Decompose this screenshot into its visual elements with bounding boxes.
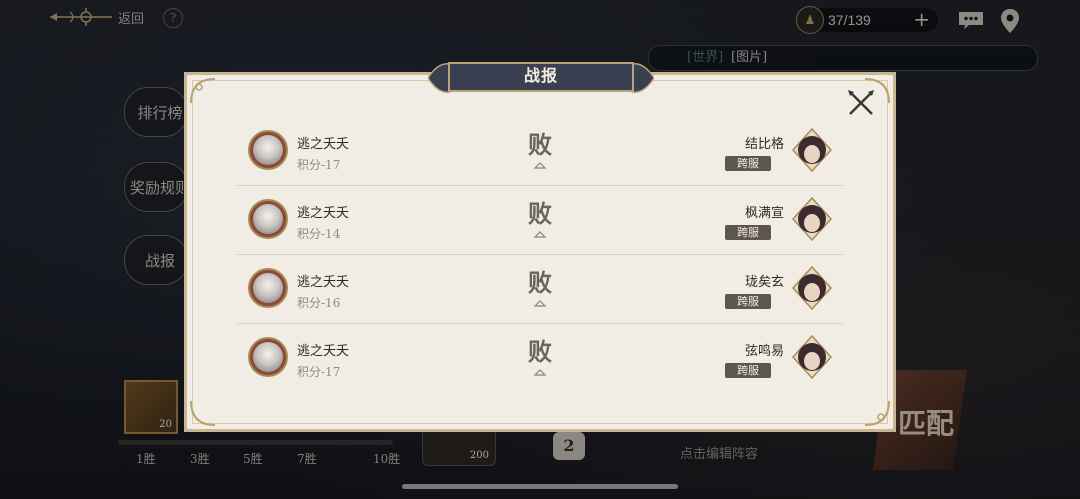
score-change: 积分-16 <box>297 296 341 310</box>
player-name: 逃之夭夭 <box>297 275 350 290</box>
status-badge: 跨服 <box>725 294 771 309</box>
player-name: 逃之夭夭 <box>297 344 350 359</box>
list-item[interactable]: 逃之夭夭 积分-16 败 珑矣玄 跨服 <box>237 255 843 324</box>
avatar <box>248 130 288 170</box>
score-change: 积分-17 <box>297 158 341 172</box>
battle-result: 败 <box>528 130 552 159</box>
status-badge: 跨服 <box>725 156 771 171</box>
opponent-name: 结比格 <box>744 137 784 152</box>
expand-chevron-icon[interactable] <box>534 161 546 169</box>
expand-chevron-icon[interactable] <box>534 230 546 238</box>
score-change: 积分-14 <box>297 227 341 241</box>
score-change: 积分-17 <box>297 365 341 379</box>
battle-result: 败 <box>528 337 552 366</box>
opponent-name: 珑矣玄 <box>744 275 784 290</box>
status-badge: 跨服 <box>725 225 771 240</box>
list-item[interactable]: 逃之夭夭 积分-17 败 弦鸣易 跨服 <box>237 324 843 392</box>
corner-ornament-icon <box>864 400 890 426</box>
opponent-name: 弦鸣易 <box>744 344 784 359</box>
close-icon[interactable] <box>845 87 877 119</box>
player-name: 逃之夭夭 <box>297 137 350 152</box>
status-badge: 跨服 <box>725 363 771 378</box>
avatar <box>792 335 832 379</box>
avatar <box>248 337 288 377</box>
player-name: 逃之夭夭 <box>297 206 350 221</box>
opponent-name: 枫满宣 <box>744 206 784 221</box>
avatar <box>792 266 832 310</box>
battle-result: 败 <box>528 199 552 228</box>
avatar <box>792 128 832 172</box>
list-item[interactable]: 逃之夭夭 积分-14 败 枫满宣 跨服 <box>237 186 843 255</box>
corner-ornament-icon <box>190 78 216 104</box>
dialog-title: 战报 <box>523 66 558 85</box>
list-item[interactable]: 逃之夭夭 积分-17 败 结比格 跨服 <box>237 117 843 186</box>
battle-result: 败 <box>528 268 552 297</box>
avatar <box>248 268 288 308</box>
expand-chevron-icon[interactable] <box>534 299 546 307</box>
battle-record-list: 逃之夭夭 积分-17 败 结比格 跨服 逃之夭夭 积分-14 败 枫满宣 跨服 … <box>237 117 843 392</box>
avatar <box>248 199 288 239</box>
expand-chevron-icon[interactable] <box>534 368 546 376</box>
corner-ornament-icon <box>190 400 216 426</box>
avatar <box>792 197 832 241</box>
